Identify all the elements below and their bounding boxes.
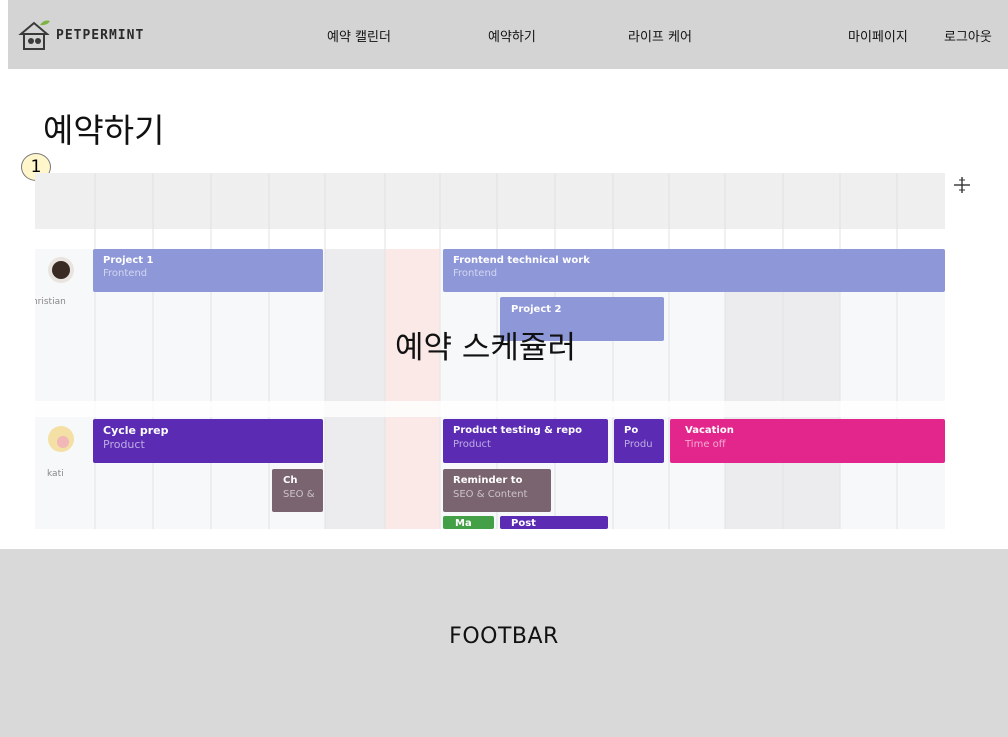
event-card[interactable]: Ma [455,518,472,529]
event-card[interactable]: Cycle prep Product [103,424,168,452]
house-pet-icon [18,20,50,50]
event-card[interactable]: Product testing & repo Product [453,424,603,452]
petpermint-logo[interactable]: PETPERMINT [18,18,144,52]
nav-reservation-calendar[interactable]: 예약 캘린더 [327,26,391,45]
event-card[interactable]: Ch SEO & [283,474,321,502]
event-card[interactable]: Reminder to SEO & Content [453,474,527,502]
person-name: christian [35,297,66,307]
event-card[interactable]: Project 1 Frontend [103,254,154,280]
footer-label: FOOTBAR [449,623,559,649]
top-navigation-bar: PETPERMINT 예약 캘린더 예약하기 라이프 케어 마이페이지 로그아웃 [8,0,1008,69]
event-card[interactable]: Post [511,518,536,529]
event-card[interactable]: Project 2 [511,303,562,316]
event-card[interactable]: Frontend technical work Frontend [453,254,590,280]
event-card[interactable]: Vacation Time off [685,424,734,452]
nav-life-care[interactable]: 라이프 케어 [628,26,692,45]
page-title: 예약하기 [43,111,165,150]
nav-logout[interactable]: 로그아웃 [944,26,992,45]
scheduler-label: 예약 스케쥴러 [395,330,576,366]
person-name: kati [47,469,64,479]
event-card[interactable]: Po Produ [624,424,662,452]
add-icon[interactable] [953,176,971,194]
nav-mypage[interactable]: 마이페이지 [848,26,908,45]
nav-make-reservation[interactable]: 예약하기 [488,26,536,45]
footer-bar: FOOTBAR [0,549,1008,737]
logo-text: PETPERMINT [56,27,145,43]
